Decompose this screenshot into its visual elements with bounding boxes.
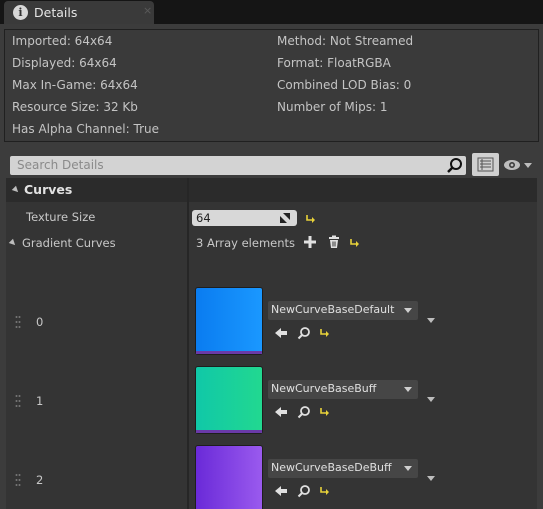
texture-size-value: 64 — [196, 211, 211, 225]
info-lod-bias: Combined LOD Bias: 0 — [277, 78, 412, 92]
search-input[interactable]: Search Details — [10, 156, 466, 175]
expand-icon[interactable] — [279, 212, 291, 224]
tab-details[interactable]: i Details × — [4, 1, 154, 24]
texture-size-field[interactable]: 64 — [192, 210, 297, 226]
info-icon: i — [13, 5, 28, 20]
dropdown-arrow-icon — [404, 308, 412, 313]
category-title: Curves — [24, 182, 73, 197]
curve-asset-name: NewCurveBaseDeBuff — [271, 461, 392, 474]
browse-search-icon[interactable] — [297, 326, 311, 340]
use-selected-arrow-icon[interactable] — [274, 326, 288, 340]
use-selected-arrow-icon[interactable] — [274, 405, 288, 419]
column-splitter[interactable] — [187, 178, 189, 509]
drag-handle-icon[interactable] — [15, 315, 21, 329]
element-index: 2 — [36, 473, 44, 487]
curve-asset-dropdown[interactable]: NewCurveBaseDeBuff — [268, 459, 418, 478]
browse-search-icon[interactable] — [297, 484, 311, 498]
delete-all-icon[interactable] — [327, 235, 341, 249]
curve-thumbnail[interactable] — [196, 446, 262, 509]
use-selected-arrow-icon[interactable] — [274, 484, 288, 498]
tab-bar: i Details × — [0, 0, 543, 24]
info-resource-size: Resource Size: 32 Kb — [12, 100, 138, 114]
reset-to-default-icon[interactable] — [319, 328, 329, 338]
search-icon[interactable] — [446, 157, 464, 174]
collapse-arrow-icon[interactable] — [11, 185, 21, 195]
curve-asset-dropdown[interactable]: NewCurveBaseBuff — [268, 380, 418, 399]
reset-to-default-icon[interactable] — [305, 214, 315, 224]
info-method: Method: Not Streamed — [277, 34, 414, 48]
curve-asset-name: NewCurveBaseBuff — [271, 382, 377, 395]
expand-arrow-icon — [8, 238, 18, 248]
info-format: Format: FloatRGBA — [277, 56, 391, 70]
tab-title: Details — [34, 5, 78, 20]
gradient-curves-label: Gradient Curves — [22, 236, 116, 250]
element-index: 1 — [36, 394, 44, 408]
add-element-icon[interactable] — [303, 235, 317, 249]
view-options-button[interactable] — [472, 153, 499, 176]
info-max-in-game: Max In-Game: 64x64 — [12, 78, 138, 92]
list-view-icon — [477, 157, 494, 172]
texture-size-label: Texture Size — [26, 210, 96, 224]
property-sheet: Curves Texture Size 64 Gradient Curves 3… — [6, 178, 537, 509]
curve-thumbnail[interactable] — [196, 288, 262, 354]
browse-search-icon[interactable] — [297, 405, 311, 419]
reset-to-default-icon[interactable] — [319, 407, 329, 417]
curve-asset-name: NewCurveBaseDefault — [271, 303, 395, 316]
search-placeholder: Search Details — [17, 158, 104, 172]
info-num-mips: Number of Mips: 1 — [277, 100, 388, 114]
dropdown-arrow-icon — [404, 387, 412, 392]
curve-thumbnail[interactable] — [196, 367, 262, 433]
info-imported: Imported: 64x64 — [12, 34, 113, 48]
reset-to-default-icon[interactable] — [319, 486, 329, 496]
visibility-eye-icon[interactable] — [503, 158, 535, 172]
element-options-arrow-icon[interactable] — [427, 397, 435, 402]
close-icon[interactable]: × — [143, 4, 152, 17]
info-has-alpha: Has Alpha Channel: True — [12, 122, 159, 136]
element-index: 0 — [36, 315, 44, 329]
dropdown-arrow-icon — [404, 466, 412, 471]
element-options-arrow-icon[interactable] — [427, 476, 435, 481]
gradient-curves-toggle[interactable]: Gradient Curves — [8, 236, 116, 250]
drag-handle-icon[interactable] — [15, 473, 21, 487]
texture-info-box: Imported: 64x64 Displayed: 64x64 Max In-… — [4, 29, 539, 142]
details-panel: Imported: 64x64 Displayed: 64x64 Max In-… — [0, 24, 543, 509]
drag-handle-icon[interactable] — [15, 394, 21, 408]
curve-asset-dropdown[interactable]: NewCurveBaseDefault — [268, 301, 418, 320]
reset-to-default-icon[interactable] — [349, 238, 359, 248]
element-options-arrow-icon[interactable] — [427, 318, 435, 323]
array-count: 3 Array elements — [196, 236, 296, 250]
category-header-curves[interactable]: Curves — [6, 178, 537, 202]
info-displayed: Displayed: 64x64 — [12, 56, 117, 70]
